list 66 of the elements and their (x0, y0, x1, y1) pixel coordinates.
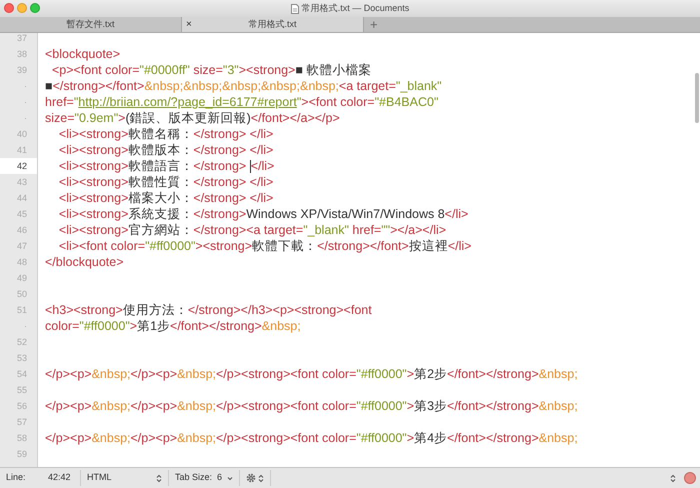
code-line: <li><font color="#ff0000"><strong>軟體下載：</strong></font>按這裡</li> (58, 239, 472, 253)
line-number: 44 (16, 193, 27, 203)
line-number: 45 (16, 209, 27, 219)
record-icon[interactable] (684, 472, 696, 484)
code-line: <h3><strong>使用方法：</strong></h3><p><strong><font (45, 303, 372, 317)
code-line: </p><p>&nbsp;</p><p>&nbsp;</p><strong><font color="#ff0000">第3步</font></strong>&nbsp; (45, 399, 578, 413)
line-number: · (24, 113, 27, 123)
zoom-window-button[interactable] (30, 3, 40, 13)
line-number: · (24, 321, 27, 331)
line-number: 52 (16, 337, 27, 347)
code-line: </p><p>&nbsp;</p><p>&nbsp;</p><strong><font color="#ff0000">第4步</font></strong>&nbsp; (45, 431, 578, 445)
line-number: 50 (16, 289, 27, 299)
tab[interactable]: 暫存文件.txt (0, 17, 182, 32)
code-line: <li><strong>軟體性質：</strong> </li> (58, 175, 274, 189)
syntax-selector[interactable]: HTML (80, 470, 168, 486)
code-line: <li><strong>系統支援：</strong>Windows XP/Vista/Win7/Windows 8</li> (58, 207, 468, 221)
code-line: </blockquote> (45, 255, 124, 269)
chevron-down-icon (227, 476, 234, 480)
code-line: <blockquote> (45, 47, 120, 61)
line-number: · (24, 81, 27, 91)
updown-icon (156, 474, 162, 482)
close-window-button[interactable] (4, 3, 14, 13)
code-line: <li><strong>官方網站：</strong><a target="_blank" href=""></a></li> (58, 223, 446, 237)
line-number: 48 (16, 257, 27, 267)
line-number: 43 (16, 177, 27, 187)
scrollbar-thumb[interactable] (695, 73, 699, 123)
code-line: size="0.9em">(錯誤、版本更新回報)</font></a></p> (45, 111, 340, 125)
line-number: 47 (16, 241, 27, 251)
close-tab-button[interactable]: × (186, 17, 192, 32)
line-number: 56 (16, 401, 27, 411)
document-icon (290, 4, 299, 14)
line-number: 51 (16, 305, 27, 315)
tab-size-selector[interactable]: Tab Size: 6 (168, 470, 240, 486)
line-number: 53 (16, 353, 27, 363)
line-number: 58 (16, 433, 27, 443)
updown-icon[interactable] (670, 474, 676, 482)
window-title: 常用格式.txt — Documents (302, 2, 410, 15)
updown-icon (258, 474, 264, 482)
line-number: 46 (16, 225, 27, 235)
code-line: <li><strong>檔案大小：</strong> </li> (58, 191, 274, 205)
line-number: 40 (16, 129, 27, 139)
line-number: 37 (16, 33, 27, 43)
minimize-window-button[interactable] (17, 3, 27, 13)
line-number: · (24, 97, 27, 107)
code-line: <li><strong>軟體語言：</strong> </li> (58, 159, 274, 173)
line-label: Line: (6, 471, 27, 484)
line-number: 49 (16, 273, 27, 283)
line-number: 39 (16, 65, 27, 75)
code-line: color="#ff0000">第1步</font></strong>&nbsp; (45, 319, 301, 333)
line-number: 42 (16, 161, 27, 171)
line-number: 38 (16, 49, 27, 59)
line-number: 55 (16, 385, 27, 395)
code-line: <li><strong>軟體名稱：</strong> </li> (58, 127, 274, 141)
tab[interactable]: × 常用格式.txt (182, 17, 364, 32)
line-position: 42:42 (48, 471, 72, 484)
code-line: <li><strong>軟體版本：</strong> </li> (58, 143, 274, 157)
line-number: 57 (16, 417, 27, 427)
line-number: 59 (16, 449, 27, 459)
code-line: ■</strong></font>&nbsp;&nbsp;&nbsp;&nbsp;&nbsp;<a target="_blank" (45, 79, 442, 93)
line-number: 41 (16, 145, 27, 155)
line-number: 54 (16, 369, 27, 379)
code-line: <p><font color="#0000ff" size="3"><strong>■ 軟體小檔案 (50, 63, 372, 77)
settings-menu[interactable] (239, 470, 272, 486)
gear-icon (246, 473, 256, 483)
code-line: href="http://briian.com/?page_id=6177#report"><font color="#B4BAC0" (45, 95, 438, 109)
code-line: </p><p>&nbsp;</p><p>&nbsp;</p><strong><font color="#ff0000">第2步</font></strong>&nbsp; (45, 367, 578, 381)
